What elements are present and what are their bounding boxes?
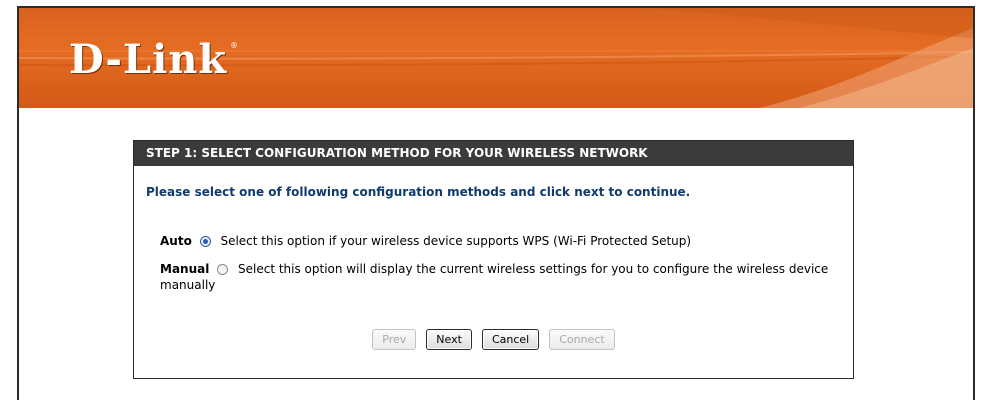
header-banner: D-Link ® — [19, 8, 973, 108]
next-button[interactable]: Next — [426, 329, 472, 350]
option-manual-label: Manual — [160, 262, 210, 276]
option-manual: Manual Select this option will display t… — [160, 261, 850, 293]
auto-radio[interactable] — [199, 236, 211, 247]
option-auto-description: Select this option if your wireless devi… — [220, 234, 692, 248]
registered-mark: ® — [230, 41, 238, 50]
panel-title: STEP 1: SELECT CONFIGURATION METHOD FOR … — [134, 141, 853, 166]
prev-button[interactable]: Prev — [372, 329, 417, 350]
instruction-text: Please select one of following configura… — [146, 185, 691, 199]
option-auto-label: Auto — [160, 234, 192, 248]
connect-button[interactable]: Connect — [549, 329, 615, 350]
option-manual-description: Select this option will display the curr… — [160, 262, 829, 292]
wireless-setup-panel: STEP 1: SELECT CONFIGURATION METHOD FOR … — [133, 140, 854, 379]
dlink-logo: D-Link — [69, 36, 228, 83]
manual-radio[interactable] — [217, 264, 229, 275]
option-auto: Auto Select this option if your wireless… — [160, 234, 691, 248]
button-bar: Prev Next Cancel Connect — [134, 329, 853, 350]
cancel-button[interactable]: Cancel — [481, 329, 540, 350]
